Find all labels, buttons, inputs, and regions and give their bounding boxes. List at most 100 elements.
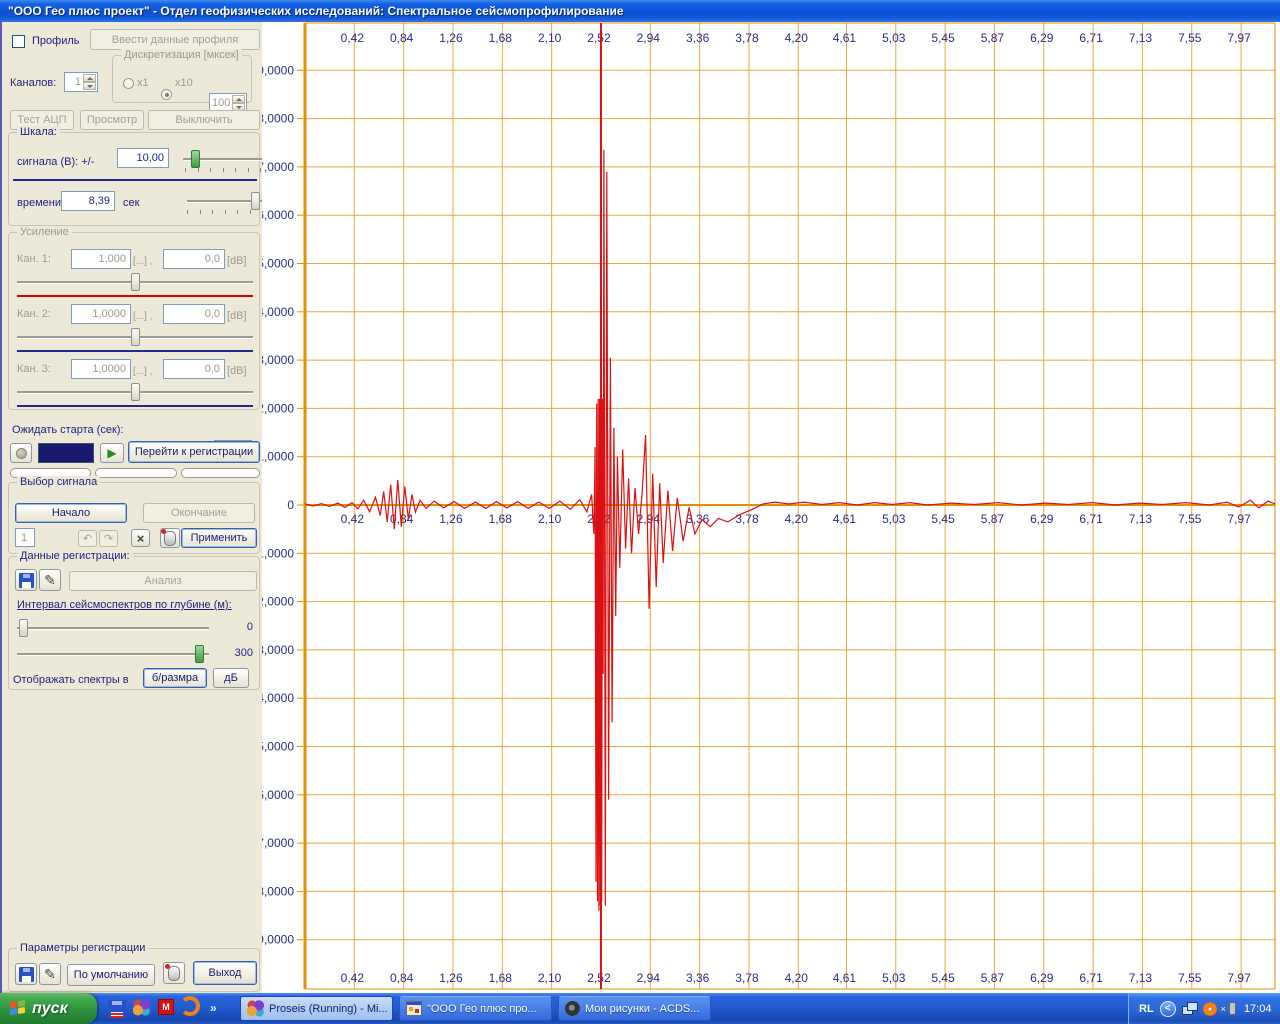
x-axis-label: 6,29 [1030, 512, 1054, 526]
spin-down-icon[interactable] [83, 82, 96, 90]
analysis-button[interactable]: Анализ [69, 571, 257, 591]
x-axis-label: 5,03 [882, 512, 906, 526]
language-indicator[interactable]: RL [1139, 1003, 1154, 1015]
spin-up-icon[interactable] [232, 95, 245, 103]
slider-thumb[interactable] [131, 383, 140, 401]
removable-device-icon[interactable] [1229, 1002, 1236, 1015]
y-axis-label: 9,0000 [262, 63, 294, 77]
signal-end-button[interactable]: Окончание [143, 503, 255, 523]
network-icon[interactable] [1182, 1002, 1198, 1015]
status-led-icon [16, 448, 27, 459]
slider-thumb[interactable] [131, 328, 140, 346]
chart-canvas[interactable]: 9,00008,00007,00006,00005,00004,00003,00… [262, 22, 1280, 993]
record-led-button[interactable] [10, 443, 32, 463]
task-geo-project[interactable]: "ООО Гео плюс про... [399, 996, 552, 1021]
x-axis-label: 7,55 [1178, 971, 1202, 985]
y-axis-label: 3,0000 [262, 353, 294, 367]
power-off-button[interactable]: Выключить [148, 110, 260, 130]
quicklaunch-acdsee-icon[interactable]: M [158, 999, 174, 1015]
channel1-color-line [17, 295, 253, 297]
y-axis-label: 5,0000 [262, 257, 294, 271]
x-axis-label: 6,29 [1030, 31, 1054, 45]
slider-thumb[interactable] [251, 192, 260, 210]
seismic-trace-chart[interactable]: 9,00008,00007,00006,00005,00004,00003,00… [262, 22, 1280, 993]
task-proseis[interactable]: Proseis (Running) - Mi... [240, 996, 393, 1021]
start-button[interactable]: пуск [0, 993, 97, 1024]
start-label: пуск [32, 1000, 68, 1018]
gain-group: Усиление Кан. 1: 1,000 [...] , 0,0 [dB] … [8, 232, 260, 410]
interval-to-slider[interactable] [17, 653, 209, 656]
undo-button[interactable]: ↶ [78, 530, 97, 547]
clear-selection-button[interactable]: × [131, 529, 150, 547]
gain-ch3-db-input[interactable]: 0,0 [163, 359, 225, 379]
quicklaunch-save-icon[interactable] [108, 1000, 126, 1018]
task-my-pictures[interactable]: Мои рисунки - ACDS... [558, 996, 711, 1021]
enter-profile-data-button[interactable]: Ввести данные профиля [90, 29, 260, 50]
progress-bar [181, 468, 260, 478]
gain-ch2-input[interactable]: 1,0000 [71, 304, 131, 324]
x-axis-label: 1,68 [489, 512, 513, 526]
window-titlebar[interactable]: "ООО Гео плюс проект" - Отдел геофизичес… [0, 0, 1280, 22]
start-button[interactable]: ▶ [100, 443, 124, 463]
slider-thumb[interactable] [19, 619, 28, 637]
slider-thumb[interactable] [131, 273, 140, 291]
interval-from-slider[interactable] [17, 627, 209, 630]
taskbar: пуск M » Proseis (Running) - Mi... "ООО … [0, 993, 1280, 1024]
go-to-registration-button[interactable]: Перейти к регистрации [128, 441, 260, 463]
defaults-button[interactable]: По умолчанию [67, 964, 155, 986]
x-axis-label: 2,52 [587, 31, 611, 45]
edit-data-button[interactable]: ✎ [39, 569, 61, 591]
time-scale-slider[interactable] [187, 200, 263, 203]
y-axis-label: 1,0000 [262, 450, 294, 464]
x-axis-label: 3,36 [686, 512, 710, 526]
signal-scale-slider[interactable] [183, 158, 263, 161]
x-axis-label: 5,87 [981, 512, 1005, 526]
gain-ch3-input[interactable]: 1,0000 [71, 359, 131, 379]
x-axis-label: 1,68 [489, 971, 513, 985]
save-data-button[interactable] [15, 569, 37, 591]
y-axis-label: 7,0000 [262, 160, 294, 174]
y-axis-label: -2,0000 [262, 595, 294, 609]
gain-ch2-db-input[interactable]: 0,0 [163, 304, 225, 324]
y-axis-label: -8,0000 [262, 884, 294, 898]
signal-start-button[interactable]: Начало [15, 503, 127, 523]
quicklaunch-more-icon[interactable]: » [210, 1001, 217, 1015]
redo-button[interactable]: ↷ [99, 530, 118, 547]
y-axis-label: -1,0000 [262, 546, 294, 560]
dimensionless-button[interactable]: б/размра [143, 668, 207, 688]
slider-thumb[interactable] [195, 645, 204, 663]
gain-ch3-slider[interactable] [17, 391, 253, 394]
pick-tool-button[interactable] [160, 528, 180, 548]
close-icon[interactable]: × [1221, 1004, 1226, 1014]
interval-label: Интервал сейсмоспектров по глубине (м): [17, 599, 232, 611]
x-axis-label: 5,87 [981, 31, 1005, 45]
quicklaunch-visual-studio-icon[interactable] [133, 999, 150, 1016]
edit-params-button[interactable]: ✎ [39, 963, 61, 985]
exit-button[interactable]: Выход [193, 961, 257, 985]
x-axis-label: 0,84 [390, 971, 414, 985]
gain-ch1-db-input[interactable]: 0,0 [163, 249, 225, 269]
preview-button[interactable]: Просмотр [80, 110, 144, 130]
x1-radio[interactable] [123, 78, 134, 89]
x-axis-label: 1,26 [439, 512, 463, 526]
signal-scale-input[interactable]: 10,00 [117, 148, 169, 168]
decibel-button[interactable]: дБ [213, 668, 249, 688]
gain-ch1-input[interactable]: 1,000 [71, 249, 131, 269]
spin-up-icon[interactable] [83, 74, 96, 82]
y-axis-label: -9,0000 [262, 933, 294, 947]
pick-tool-button[interactable] [163, 962, 185, 984]
x-axis-label: 3,78 [735, 512, 759, 526]
channels-spinner[interactable]: 1 [64, 72, 98, 92]
acdsee-tray-icon[interactable] [1203, 1002, 1217, 1016]
save-params-button[interactable] [15, 963, 37, 985]
apply-button[interactable]: Применить [181, 528, 257, 548]
time-scale-input[interactable]: 8,39 [61, 191, 115, 211]
progress-bar [95, 468, 177, 478]
profile-checkbox[interactable] [12, 35, 25, 48]
gain-ch2-slider[interactable] [17, 336, 253, 339]
hide-icons-chevron-icon[interactable]: < [1160, 1001, 1176, 1017]
x-axis-label: 5,03 [882, 31, 906, 45]
x10-radio[interactable] [161, 89, 172, 100]
gain-ch1-slider[interactable] [17, 281, 253, 284]
slider-thumb[interactable] [191, 150, 200, 168]
